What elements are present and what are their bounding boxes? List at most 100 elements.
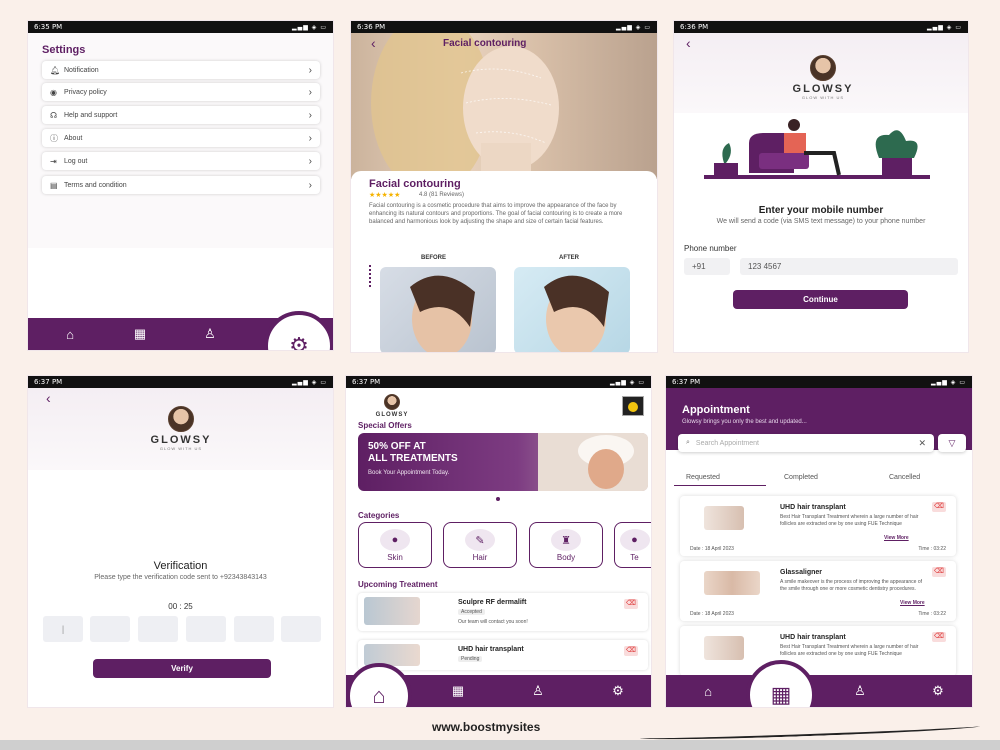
description: Facial contouring is a cosmetic procedur… bbox=[369, 203, 623, 225]
view-more-link[interactable]: View More bbox=[900, 600, 925, 606]
clear-icon[interactable]: ✕ bbox=[918, 438, 926, 449]
rating-text: 4.8 (81 Reviews) bbox=[419, 192, 465, 198]
offer-line-2: ALL TREATMENTS bbox=[368, 453, 458, 464]
category-body[interactable]: ♜ Body bbox=[529, 522, 603, 568]
treatment-card[interactable]: Sculpre RF dermalift Accepted Our team w… bbox=[358, 593, 648, 631]
otp-digit-5[interactable] bbox=[234, 616, 274, 642]
calendar-icon[interactable]: ▦ bbox=[446, 683, 470, 699]
logo-tagline: GLOW WITH US bbox=[159, 446, 203, 451]
document-icon: ▤ bbox=[50, 180, 58, 190]
settings-icon[interactable]: ⚙ bbox=[926, 683, 950, 699]
category-skin[interactable]: ● Skin bbox=[358, 522, 432, 568]
continue-button[interactable]: Continue bbox=[733, 290, 908, 309]
body-icon: ♜ bbox=[551, 529, 581, 551]
verify-button[interactable]: Verify bbox=[93, 659, 271, 678]
appointment-name: UHD hair transplant bbox=[780, 634, 846, 641]
category-teeth[interactable]: ● Te bbox=[614, 522, 651, 568]
hair-icon: ✎ bbox=[465, 529, 495, 551]
otp-digit-4[interactable] bbox=[186, 616, 226, 642]
tab-cancelled[interactable]: Cancelled bbox=[889, 474, 920, 481]
phone-label: Phone number bbox=[684, 244, 737, 253]
status-right-icons: ▂▄▆ ◈ ▭ bbox=[610, 378, 645, 386]
appointment-card[interactable]: UHD hair transplant Best Hair Transplant… bbox=[680, 496, 956, 556]
filter-button[interactable]: ▽ bbox=[938, 434, 966, 452]
back-arrow-icon[interactable]: ‹ bbox=[46, 390, 51, 406]
category-hair[interactable]: ✎ Hair bbox=[443, 522, 517, 568]
search-input[interactable]: Search Appointment bbox=[696, 440, 919, 447]
home-icon[interactable]: ⌂ bbox=[696, 684, 720, 699]
settings-item-logout[interactable]: ⇥ Log out › bbox=[42, 152, 320, 170]
otp-digit-2[interactable] bbox=[90, 616, 130, 642]
cancel-icon[interactable]: ⌫ bbox=[932, 632, 946, 642]
glowsy-logo: GLOWSY bbox=[368, 394, 416, 418]
country-code-field[interactable]: +91 bbox=[684, 258, 730, 275]
profile-icon[interactable]: ♙ bbox=[526, 683, 550, 699]
status-right-icons: ▂▄▆ ◈ ▭ bbox=[616, 23, 651, 31]
avatar[interactable] bbox=[622, 396, 644, 416]
glowsy-logo: GLOWSY GLOW WITH US bbox=[787, 55, 859, 100]
appointment-time: Time : 03:22 bbox=[918, 611, 946, 617]
after-label: AFTER bbox=[559, 255, 579, 261]
search-bar[interactable]: ⌕ Search Appointment ✕ bbox=[678, 434, 934, 452]
special-offers-title: Special Offers bbox=[358, 421, 412, 430]
chevron-right-icon: › bbox=[308, 64, 312, 76]
status-right-icons: ▂▄▆ ◈ ▭ bbox=[292, 378, 327, 386]
settings-item-about[interactable]: ⓘ About › bbox=[42, 129, 320, 147]
footer-strip bbox=[0, 740, 1000, 750]
cancel-icon[interactable]: ⌫ bbox=[624, 646, 638, 656]
categories-title: Categories bbox=[358, 511, 400, 520]
back-arrow-icon[interactable]: ‹ bbox=[371, 35, 376, 51]
logo-face bbox=[168, 406, 194, 432]
category-label: Body bbox=[556, 553, 576, 562]
footer-swoosh bbox=[639, 722, 981, 742]
otp-digit-3[interactable] bbox=[138, 616, 178, 642]
settings-screen: 6:35 PM ▂▄▆ ◈ ▭ Settings 🔔︎ Notification ›… bbox=[27, 20, 334, 351]
calendar-icon[interactable]: ▦ bbox=[128, 326, 152, 342]
treatment-card[interactable]: UHD hair transplant Pending ⌫ bbox=[358, 640, 648, 670]
settings-icon[interactable]: ⚙ bbox=[606, 683, 630, 699]
otp-digit-1[interactable]: | bbox=[43, 616, 83, 642]
settings-item-help[interactable]: ☊ Help and support › bbox=[42, 106, 320, 124]
settings-item-label: Privacy policy bbox=[64, 88, 107, 96]
bell-icon: 🔔︎ bbox=[50, 65, 61, 75]
appointment-desc: A smile makeover is the process of impro… bbox=[780, 579, 923, 592]
teeth-icon: ● bbox=[619, 529, 650, 551]
otp-digit-6[interactable] bbox=[281, 616, 321, 642]
settings-item-label: About bbox=[64, 134, 83, 142]
cancel-icon[interactable]: ⌫ bbox=[932, 502, 946, 512]
verification-screen: 6:37 PM ▂▄▆ ◈ ▭ ‹ GLOWSY GLOW WITH US Ve… bbox=[27, 375, 334, 708]
tab-completed[interactable]: Completed bbox=[784, 474, 818, 481]
appointment-photo bbox=[704, 636, 744, 660]
profile-icon[interactable]: ♙ bbox=[848, 683, 872, 699]
home-screen: 6:37 PM ▂▄▆ ◈ ▭ GLOWSY Special Offers 50… bbox=[345, 375, 652, 708]
countdown-timer: 00 : 25 bbox=[168, 602, 193, 611]
appointment-date: Date : 18 April 2023 bbox=[690, 611, 734, 617]
view-more-link[interactable]: View More bbox=[884, 535, 909, 541]
cancel-icon[interactable]: ⌫ bbox=[932, 567, 946, 577]
settings-item-label: Notification bbox=[64, 66, 99, 74]
treatment-title: Facial contouring bbox=[369, 178, 461, 190]
appointment-card[interactable]: Glassaligner A smile makeover is the pro… bbox=[680, 561, 956, 621]
offer-banner[interactable]: 50% OFF AT ALL TREATMENTS Book Your Appo… bbox=[358, 433, 648, 491]
info-icon: ⓘ bbox=[50, 133, 58, 143]
status-time: 6:36 PM bbox=[680, 23, 709, 31]
after-photo bbox=[514, 267, 630, 352]
home-icon[interactable]: ⌂ bbox=[58, 327, 82, 342]
back-arrow-icon[interactable]: ‹ bbox=[686, 35, 691, 51]
settings-item-terms[interactable]: ▤ Terms and condition › bbox=[42, 176, 320, 194]
cancel-icon[interactable]: ⌫ bbox=[624, 599, 638, 609]
phone-input[interactable]: 123 4567 bbox=[740, 258, 958, 275]
appointment-desc: Best Hair Transplant Treatment wherein a… bbox=[780, 644, 919, 657]
status-badge: Pending bbox=[458, 656, 483, 662]
settings-item-notification[interactable]: 🔔︎ Notification › bbox=[42, 61, 320, 79]
tab-active-underline bbox=[674, 485, 766, 486]
settings-item-privacy[interactable]: ◉ Privacy policy › bbox=[42, 83, 320, 101]
settings-item-label: Log out bbox=[64, 157, 88, 165]
appointment-card[interactable]: UHD hair transplant Best Hair Transplant… bbox=[680, 626, 956, 676]
settings-gear-icon[interactable]: ⚙ bbox=[264, 311, 333, 350]
tab-requested[interactable]: Requested bbox=[686, 474, 720, 481]
lock-icon: ◉ bbox=[50, 87, 57, 97]
footer-url[interactable]: www.boostmysites bbox=[432, 720, 540, 734]
appointment-screen: 6:37 PM ▂▄▆ ◈ ▭ Appointment Glowsy bring… bbox=[665, 375, 973, 708]
profile-icon[interactable]: ♙ bbox=[198, 326, 222, 342]
